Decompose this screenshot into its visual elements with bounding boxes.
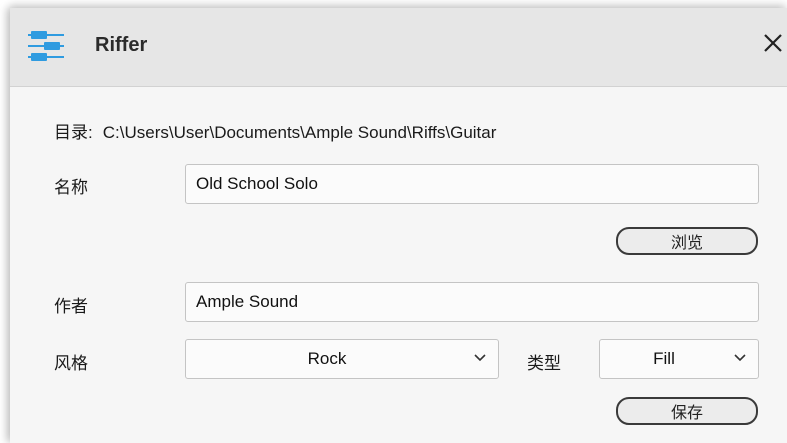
browse-button-label: 浏览: [670, 235, 703, 252]
type-select[interactable]: Fill: [599, 339, 759, 379]
close-icon[interactable]: [760, 30, 786, 56]
sliders-icon: [28, 31, 64, 61]
save-button[interactable]: 保存: [616, 397, 758, 425]
chevron-down-icon: [474, 354, 486, 362]
type-value: Fill: [653, 349, 675, 368]
name-input[interactable]: Old School Solo: [185, 164, 759, 204]
chevron-down-icon: [734, 354, 746, 362]
type-label: 类型: [527, 354, 561, 373]
style-select[interactable]: Rock: [185, 339, 499, 379]
directory-label: 目录:: [54, 123, 93, 142]
window-title: Riffer: [95, 34, 148, 56]
author-value: Ample Sound: [196, 292, 299, 311]
name-value: Old School Solo: [196, 174, 318, 193]
author-label: 作者: [54, 297, 88, 316]
style-label: 风格: [54, 354, 88, 373]
style-value: Rock: [307, 349, 347, 368]
title-bar: Riffer: [10, 8, 787, 87]
author-input[interactable]: Ample Sound: [185, 282, 759, 322]
riffer-dialog: Riffer 目录: C:\Users\User\Documents\Ample …: [10, 8, 787, 443]
directory-path: C:\Users\User\Documents\Ample Sound\Riff…: [102, 123, 497, 142]
browse-button[interactable]: 浏览: [616, 227, 758, 255]
directory-line: 目录: C:\Users\User\Documents\Ample Sound\R…: [54, 118, 496, 143]
save-button-label: 保存: [670, 405, 703, 422]
name-label: 名称: [54, 178, 88, 197]
